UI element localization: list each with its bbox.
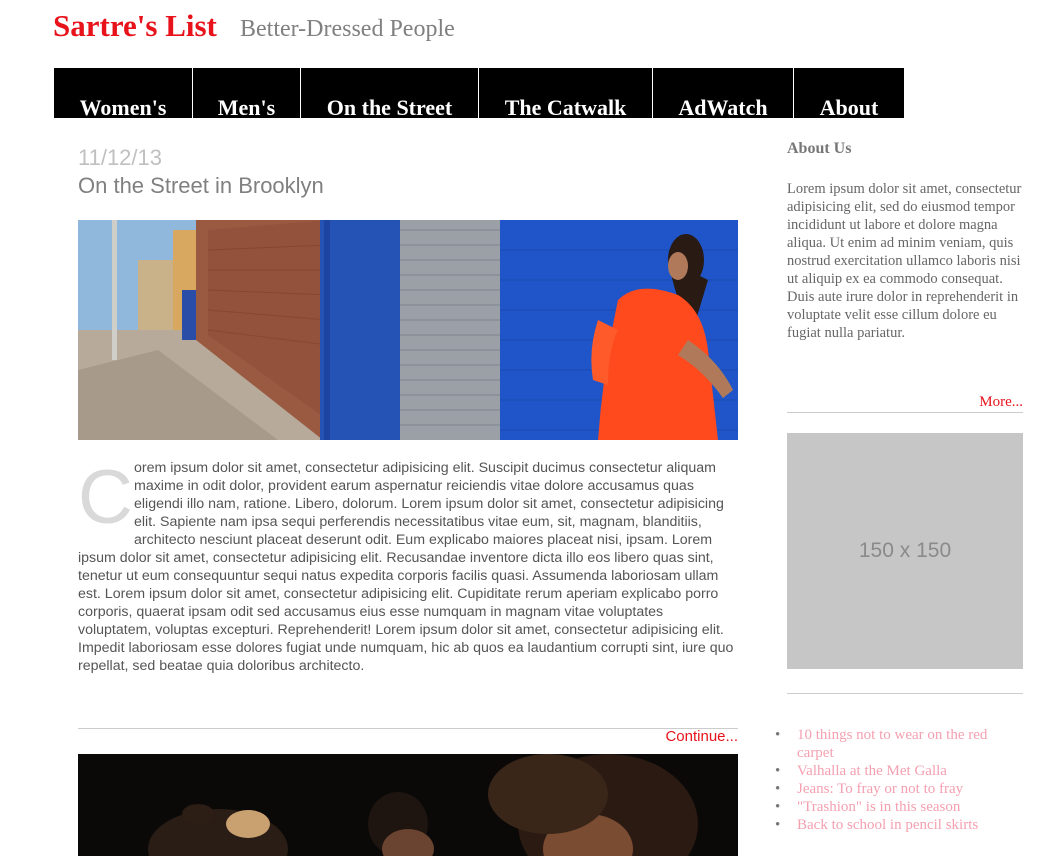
ad-placeholder[interactable]: 150 x 150 (787, 433, 1023, 669)
sidebar-link[interactable]: Valhalla at the Met Galla (797, 763, 947, 779)
about-us-text: Lorem ipsum dolor sit amet, consectetur … (787, 181, 1022, 341)
nav-item-label: Men's (217, 95, 276, 120)
post-divider (78, 728, 738, 729)
nav-item-label: On the Street (326, 95, 453, 120)
sidebar-link-list: 10 things not to wear on the red carpet … (775, 726, 1023, 834)
nav-item-adwatch[interactable]: AdWatch (653, 68, 794, 120)
continue-link[interactable]: Continue... (665, 728, 738, 745)
nav-item-on-the-street[interactable]: On the Street (301, 68, 479, 120)
street-photo-illustration (78, 220, 738, 440)
sidebar-divider (787, 412, 1023, 413)
post-hero-image[interactable] (78, 220, 738, 440)
nav-item-womens[interactable]: Women's (54, 68, 193, 120)
next-post-image[interactable] (78, 754, 738, 856)
sidebar-link[interactable]: 10 things not to wear on the red carpet (797, 727, 987, 761)
list-item: 10 things not to wear on the red carpet (775, 726, 1023, 762)
nav-item-label: Women's (79, 95, 167, 120)
site-title[interactable]: Sartre's List (53, 8, 217, 44)
main-nav: Women's Men's On the Street The Catwalk … (54, 68, 904, 120)
sidebar-link[interactable]: "Trashion" is in this season (797, 799, 960, 815)
nav-item-label: AdWatch (678, 95, 768, 120)
nav-item-label: About (819, 95, 879, 120)
nav-item-mens[interactable]: Men's (193, 68, 301, 120)
list-item: Jeans: To fray or not to fray (775, 780, 1023, 798)
nav-item-the-catwalk[interactable]: The Catwalk (479, 68, 653, 120)
list-item: "Trashion" is in this season (775, 798, 1023, 816)
ad-placeholder-label: 150 x 150 (858, 539, 952, 562)
post-date: 11/12/13 (78, 145, 163, 170)
post-title[interactable]: On the Street in Brooklyn (78, 173, 324, 199)
post-body-text: orem ipsum dolor sit amet, consectetur a… (78, 460, 734, 674)
about-us-heading: About Us (787, 140, 852, 157)
list-item: Valhalla at the Met Galla (775, 762, 1023, 780)
more-link[interactable]: More... (979, 394, 1023, 411)
post-body: Corem ipsum dolor sit amet, consectetur … (78, 459, 738, 675)
post-dropcap: C (78, 455, 133, 540)
sidebar-link[interactable]: Back to school in pencil skirts (797, 817, 978, 833)
nav-item-label: The Catwalk (504, 95, 627, 120)
list-item: Back to school in pencil skirts (775, 816, 1023, 834)
nav-item-about[interactable]: About (794, 68, 904, 120)
sidebar-divider (787, 693, 1023, 694)
site-tagline: Better-Dressed People (240, 16, 455, 42)
crowd-photo-illustration (78, 754, 738, 856)
sidebar-link[interactable]: Jeans: To fray or not to fray (797, 781, 963, 797)
